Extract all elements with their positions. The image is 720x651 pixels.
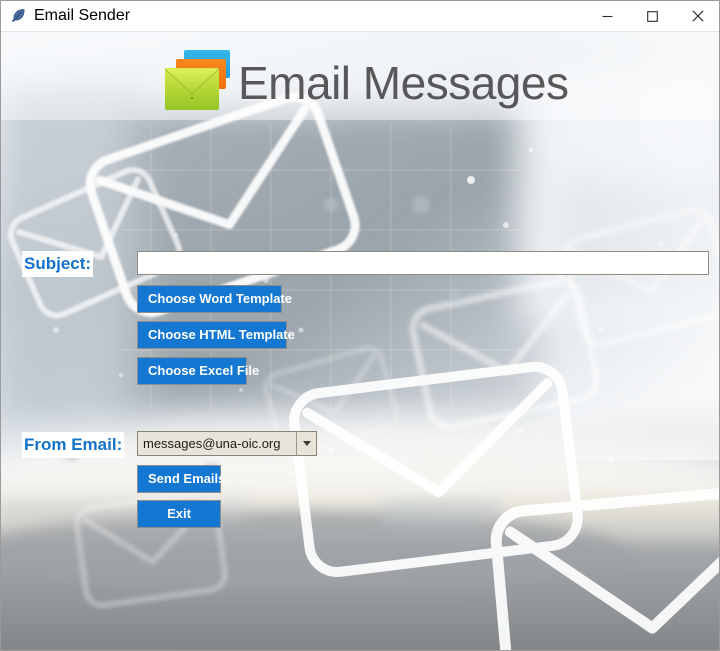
background-artwork	[1, 30, 719, 650]
app-title: Email Messages	[238, 57, 569, 109]
stacked-envelopes-logo-icon	[162, 48, 234, 114]
from-email-label: From Email:	[22, 432, 125, 458]
choose-html-template-button[interactable]: Choose HTML Template	[137, 321, 295, 349]
choose-excel-file-button[interactable]: Choose Excel File	[137, 357, 259, 385]
subject-label: Subject:	[22, 251, 94, 277]
window-controls	[585, 1, 719, 31]
send-emails-button[interactable]: Send Emails	[137, 465, 225, 493]
chevron-down-glyph	[302, 441, 311, 446]
feather-icon	[10, 8, 26, 24]
app-window: Email Sender Email Messages Subject: Cho…	[0, 0, 720, 651]
subject-input[interactable]	[137, 251, 709, 275]
from-email-value: messages@una-oic.org	[143, 436, 281, 451]
chevron-down-icon[interactable]	[296, 432, 316, 455]
titlebar: Email Sender	[1, 1, 719, 32]
close-button[interactable]	[675, 1, 719, 31]
window-title: Email Sender	[34, 7, 131, 24]
from-email-combobox[interactable]: messages@una-oic.org	[137, 431, 317, 456]
exit-button[interactable]: Exit	[137, 500, 221, 528]
choose-word-template-button[interactable]: Choose Word Template	[137, 285, 292, 313]
minimize-button[interactable]	[585, 1, 630, 31]
app-header: Email Messages	[162, 48, 569, 114]
maximize-button[interactable]	[630, 1, 675, 31]
